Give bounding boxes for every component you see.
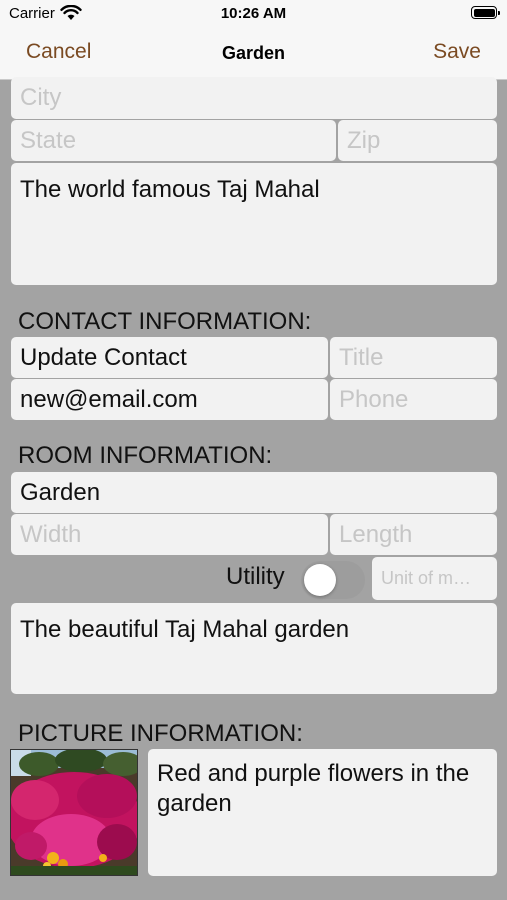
room-section-header: ROOM INFORMATION: — [18, 442, 273, 469]
navigation-bar: Cancel Garden Save — [0, 30, 507, 80]
clock: 10:26 AM — [220, 5, 287, 22]
contact-name-field[interactable]: Update Contact — [11, 337, 328, 378]
flower-photo[interactable] — [10, 749, 138, 876]
utility-toggle[interactable] — [301, 561, 365, 599]
contact-phone-field[interactable]: Phone — [330, 379, 497, 420]
flower-photo-image — [11, 750, 137, 875]
state-field[interactable]: State — [11, 120, 336, 161]
location-description-field[interactable]: The world famous Taj Mahal — [11, 163, 497, 285]
room-width-field[interactable]: Width — [11, 514, 328, 555]
zip-field[interactable]: Zip — [338, 120, 497, 161]
utility-label: Utility — [226, 563, 285, 590]
contact-title-field[interactable]: Title — [330, 337, 497, 378]
unit-of-measure-field[interactable]: Unit of m… — [372, 557, 497, 600]
room-name-field[interactable]: Garden — [11, 472, 497, 513]
room-length-field[interactable]: Length — [330, 514, 497, 555]
room-description-field[interactable]: The beautiful Taj Mahal garden — [11, 603, 497, 694]
city-field[interactable]: City — [11, 77, 497, 119]
save-button[interactable]: Save — [433, 40, 481, 64]
battery-icon — [471, 6, 500, 19]
contact-email-field[interactable]: new@email.com — [11, 379, 328, 420]
toggle-knob — [304, 564, 336, 596]
picture-caption-field[interactable]: Red and purple flowers in the garden — [148, 749, 497, 876]
status-bar: Carrier 10:26 AM — [0, 0, 507, 30]
contact-section-header: CONTACT INFORMATION: — [18, 308, 312, 335]
page-title: Garden — [221, 43, 286, 63]
picture-section-header: PICTURE INFORMATION: — [18, 720, 303, 747]
